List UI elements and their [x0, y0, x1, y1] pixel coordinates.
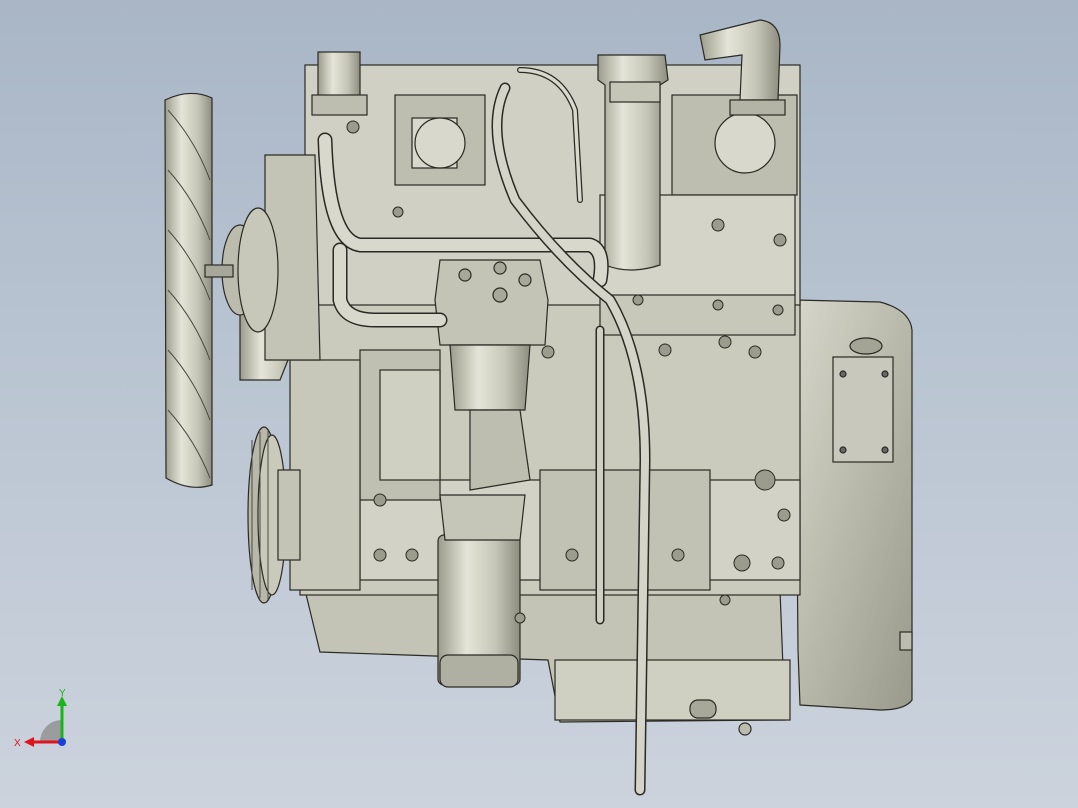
x-axis-arrow: [24, 737, 34, 747]
y-axis-label: Y: [59, 688, 66, 699]
oil-filter-head: [434, 259, 549, 346]
axis-triad: Y X: [14, 688, 67, 749]
cad-viewport[interactable]: Y X: [0, 0, 1078, 808]
x-axis-label: X: [14, 738, 21, 749]
engine-model[interactable]: [0, 0, 1078, 808]
cooling-fan: [164, 92, 213, 488]
triad-quarter-sphere: [40, 720, 62, 742]
z-axis-dot: [58, 738, 66, 746]
